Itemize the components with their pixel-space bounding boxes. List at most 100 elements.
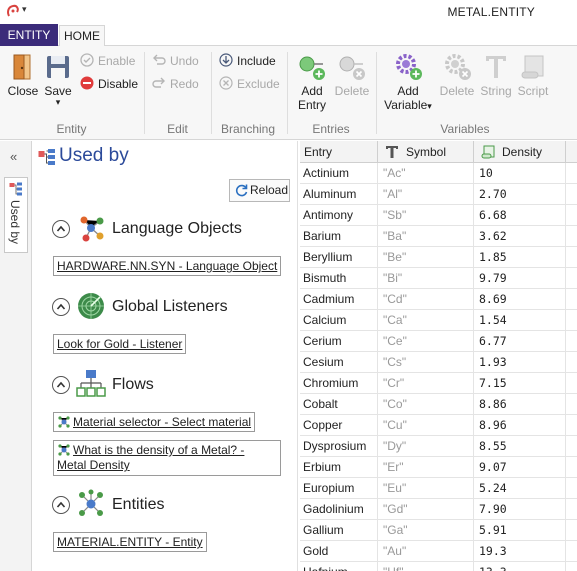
cell-entry[interactable]: Erbium	[300, 457, 378, 478]
table-row[interactable]: Gold "Au" 19.3	[300, 541, 577, 562]
tab-home[interactable]: HOME	[59, 25, 105, 47]
column-header-entry[interactable]: Entry	[300, 141, 378, 163]
ref-link-entity[interactable]: MATERIAL.ENTITY - Entity	[53, 532, 207, 552]
cell-density[interactable]: 7.15	[474, 373, 566, 394]
cell-entry[interactable]: Antimony	[300, 205, 378, 226]
add-variable-caret[interactable]: ▾	[427, 101, 432, 111]
cell-density[interactable]: 7.90	[474, 499, 566, 520]
cell-symbol[interactable]: "Cs"	[378, 352, 474, 373]
cell-entry[interactable]: Barium	[300, 226, 378, 247]
ref-link-language-object[interactable]: HARDWARE.NN.SYN - Language Object	[53, 256, 282, 276]
ref-link-flow-metal-density[interactable]: What is the density of a Metal? - Metal …	[53, 440, 281, 476]
cell-symbol[interactable]: "Co"	[378, 394, 474, 415]
cell-density[interactable]: 13.3	[474, 562, 566, 571]
global-listeners-collapse-toggle[interactable]	[52, 298, 70, 316]
table-row[interactable]: Gadolinium "Gd" 7.90	[300, 499, 577, 520]
cell-density[interactable]: 2.70	[474, 184, 566, 205]
reload-button[interactable]: Reload	[229, 179, 290, 202]
cell-density[interactable]: 8.86	[474, 394, 566, 415]
cell-entry[interactable]: Cadmium	[300, 289, 378, 310]
cell-entry[interactable]: Gadolinium	[300, 499, 378, 520]
table-row[interactable]: Cerium "Ce" 6.77	[300, 331, 577, 352]
cell-symbol[interactable]: "Sb"	[378, 205, 474, 226]
table-row[interactable]: Dysprosium "Dy" 8.55	[300, 436, 577, 457]
cell-symbol[interactable]: "Ba"	[378, 226, 474, 247]
enable-button[interactable]: Enable	[80, 52, 135, 70]
cell-density[interactable]: 1.85	[474, 247, 566, 268]
table-row[interactable]: Hafnium"Hf"13.3	[300, 562, 577, 571]
cell-density[interactable]: 5.91	[474, 520, 566, 541]
table-row[interactable]: Cadmium "Cd" 8.69	[300, 289, 577, 310]
cell-entry[interactable]: Bismuth	[300, 268, 378, 289]
ref-link-listener[interactable]: Look for Gold - Listener	[53, 334, 187, 354]
cell-entry[interactable]: Cesium	[300, 352, 378, 373]
cell-entry[interactable]: Copper	[300, 415, 378, 436]
used-by-side-tab[interactable]: Used by	[4, 177, 28, 253]
cell-density[interactable]: 8.69	[474, 289, 566, 310]
cell-symbol[interactable]: "Au"	[378, 541, 474, 562]
cell-entry[interactable]: Gallium	[300, 520, 378, 541]
ref-link-flow-material-selector[interactable]: Material selector - Select material	[53, 412, 256, 432]
cell-entry[interactable]: Calcium	[300, 310, 378, 331]
cell-density[interactable]: 1.93	[474, 352, 566, 373]
string-button[interactable]: String	[479, 52, 513, 98]
script-button[interactable]: Script	[516, 52, 550, 98]
language-objects-collapse-toggle[interactable]	[52, 220, 70, 238]
redo-button[interactable]: Redo	[152, 75, 199, 93]
column-header-density[interactable]: Density	[474, 141, 566, 163]
save-button[interactable]: Save ▾	[42, 52, 74, 107]
cell-entry[interactable]: Aluminum	[300, 184, 378, 205]
collapse-panel-icon[interactable]: «	[10, 149, 17, 164]
cell-entry[interactable]: Chromium	[300, 373, 378, 394]
cell-symbol[interactable]: "Gd"	[378, 499, 474, 520]
close-button[interactable]: Close	[6, 52, 40, 98]
cell-symbol[interactable]: "Eu"	[378, 478, 474, 499]
cell-entry[interactable]: Beryllium	[300, 247, 378, 268]
save-dropdown-caret[interactable]: ▾	[42, 98, 74, 107]
cell-symbol[interactable]: "Ca"	[378, 310, 474, 331]
tab-entity[interactable]: ENTITY	[0, 24, 58, 46]
delete-entry-button[interactable]: Delete	[334, 52, 370, 98]
cell-density[interactable]: 6.77	[474, 331, 566, 352]
include-button[interactable]: Include	[219, 52, 276, 70]
add-entry-button[interactable]: Add Entry	[294, 52, 330, 112]
cell-symbol[interactable]: "Bi"	[378, 268, 474, 289]
cell-density[interactable]: 8.96	[474, 415, 566, 436]
cell-entry[interactable]: Dysprosium	[300, 436, 378, 457]
cell-density[interactable]: 8.55	[474, 436, 566, 457]
cell-symbol[interactable]: "Cu"	[378, 415, 474, 436]
table-row[interactable]: Chromium "Cr" 7.15	[300, 373, 577, 394]
cell-density[interactable]: 3.62	[474, 226, 566, 247]
cell-density[interactable]: 6.68	[474, 205, 566, 226]
table-row[interactable]: Bismuth "Bi" 9.79	[300, 268, 577, 289]
cell-entry[interactable]: Cerium	[300, 331, 378, 352]
cell-symbol[interactable]: "Er"	[378, 457, 474, 478]
flows-collapse-toggle[interactable]	[52, 376, 70, 394]
cell-symbol[interactable]: "Ce"	[378, 331, 474, 352]
table-row[interactable]: Europium "Eu" 5.24	[300, 478, 577, 499]
table-row[interactable]: Cobalt "Co" 8.86	[300, 394, 577, 415]
cell-symbol[interactable]: "Al"	[378, 184, 474, 205]
cell-symbol[interactable]: "Cd"	[378, 289, 474, 310]
cell-symbol[interactable]: "Cr"	[378, 373, 474, 394]
table-row[interactable]: Actinium "Ac" 10	[300, 163, 577, 184]
cell-symbol[interactable]: "Hf"	[378, 562, 474, 571]
quick-access-menu[interactable]: ▾	[22, 4, 27, 15]
add-variable-button[interactable]: Add Variable▾	[383, 52, 433, 113]
cell-entry[interactable]: Gold	[300, 541, 378, 562]
cell-density[interactable]: 10	[474, 163, 566, 184]
table-row[interactable]: Calcium "Ca" 1.54	[300, 310, 577, 331]
cell-entry[interactable]: Europium	[300, 478, 378, 499]
delete-variable-button[interactable]: Delete	[439, 52, 475, 98]
table-row[interactable]: Erbium "Er" 9.07	[300, 457, 577, 478]
table-row[interactable]: Barium "Ba" 3.62	[300, 226, 577, 247]
cell-density[interactable]: 19.3	[474, 541, 566, 562]
cell-density[interactable]: 5.24	[474, 478, 566, 499]
cell-entry[interactable]: Actinium	[300, 163, 378, 184]
cell-symbol[interactable]: "Ac"	[378, 163, 474, 184]
disable-button[interactable]: Disable	[80, 75, 138, 93]
cell-density[interactable]: 1.54	[474, 310, 566, 331]
cell-symbol[interactable]: "Be"	[378, 247, 474, 268]
cell-symbol[interactable]: "Dy"	[378, 436, 474, 457]
cell-density[interactable]: 9.79	[474, 268, 566, 289]
